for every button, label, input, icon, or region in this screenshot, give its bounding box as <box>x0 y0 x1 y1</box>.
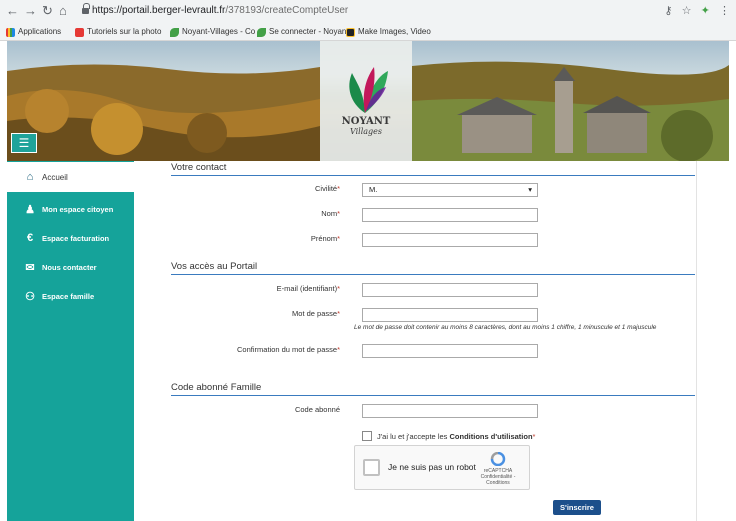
recaptcha-widget: Je ne suis pas un robot reCAPTCHA Confid… <box>354 445 530 490</box>
recaptcha-branding: reCAPTCHA Confidentialité - Conditions <box>473 452 523 486</box>
family-icon: ⚇ <box>25 290 35 303</box>
home-icon: ⌂ <box>26 171 34 183</box>
url-host: https://portail.berger-levrault.fr <box>92 5 226 16</box>
cgu-label: J'ai lu et j'accepte les Conditions d'ut… <box>377 431 536 441</box>
nom-label: Nom* <box>321 209 340 218</box>
email-label: E-mail (identifiant)* <box>276 284 340 293</box>
bookmark-tutoriels[interactable]: Tutoriels sur la photo <box>75 24 161 40</box>
sidebar-item-nous-contacter[interactable]: ✉ Nous contacter <box>7 252 134 282</box>
user-icon: ♟ <box>25 203 35 216</box>
bookmark-favicon-icon <box>346 27 355 37</box>
envelope-icon: ✉ <box>25 261 35 274</box>
browser-chrome: ← → ↻ ⌂ https://portail.berger-levrault.… <box>0 0 736 41</box>
section-title-contact: Votre contact <box>171 162 695 176</box>
sidebar-item-label: Accueil <box>42 172 68 182</box>
civilite-label: Civilité* <box>314 184 340 193</box>
kebab-menu-icon[interactable]: ⋮ <box>719 5 730 17</box>
cgu-link[interactable]: Conditions d'utilisation <box>450 432 533 441</box>
reload-icon[interactable]: ↻ <box>42 3 53 19</box>
logo[interactable]: NOYANT Villages <box>320 41 412 161</box>
cgu-checkbox-row: J'ai lu et j'accepte les Conditions d'ut… <box>362 431 535 441</box>
civilite-select[interactable]: M. ▾ <box>362 183 538 197</box>
recaptcha-label: Je ne suis pas un robot <box>388 462 476 472</box>
confirm-password-input[interactable] <box>362 344 538 358</box>
nom-input[interactable] <box>362 208 538 222</box>
prenom-input[interactable] <box>362 233 538 247</box>
bookmark-label: Tutoriels sur la photo <box>87 27 162 36</box>
apps-grid-icon <box>6 27 15 37</box>
sidebar-item-espace-facturation[interactable]: € Espace facturation <box>7 223 134 253</box>
dropdown-arrow-icon: ▾ <box>528 185 532 194</box>
address-bar-row: ← → ↻ ⌂ https://portail.berger-levrault.… <box>0 0 736 22</box>
bookmark-seconnecter[interactable]: Se connecter - Noyan <box>257 24 346 40</box>
sidebar-item-label: Espace facturation <box>42 233 110 243</box>
forward-icon[interactable]: → <box>24 3 37 19</box>
bookmark-noyant[interactable]: Noyant-Villages - Co <box>170 24 255 40</box>
cgu-checkbox[interactable] <box>362 431 372 441</box>
recaptcha-links[interactable]: Confidentialité - Conditions <box>473 474 523 486</box>
prenom-label: Prénom* <box>310 234 340 243</box>
password-label: Mot de passe* <box>292 309 340 318</box>
section-title-famille: Code abonné Famille <box>171 382 695 396</box>
star-icon[interactable]: ☆ <box>682 5 692 17</box>
submit-button[interactable]: S'inscrire <box>553 500 601 515</box>
sidebar-item-label: Nous contacter <box>42 262 97 272</box>
civilite-value: M. <box>369 185 378 194</box>
sidebar-item-label: Mon espace citoyen <box>42 204 114 214</box>
email-input[interactable] <box>362 283 538 297</box>
url-path: /378193/createCompteUser <box>225 5 349 16</box>
bookmark-makeimages[interactable]: Make Images, Video <box>346 24 431 40</box>
bookmark-label: Applications <box>18 27 62 36</box>
bookmark-favicon-icon <box>257 27 266 37</box>
bookmark-favicon-icon <box>75 27 84 37</box>
euro-icon: € <box>26 232 34 244</box>
bookmark-favicon-icon <box>170 27 179 37</box>
sidebar: ⌂ Accueil ♟ Mon espace citoyen € Espace … <box>7 161 134 521</box>
hamburger-icon[interactable]: ☰ <box>11 133 37 153</box>
home-browser-icon[interactable]: ⌂ <box>59 3 67 19</box>
bookmark-label: Make Images, Video <box>358 27 431 36</box>
bookmark-label: Noyant-Villages - Co <box>182 27 256 36</box>
bookmarks-bar: Applications Tutoriels sur la photo Noya… <box>0 24 736 40</box>
logo-title: NOYANT <box>341 116 391 127</box>
sidebar-item-accueil[interactable]: ⌂ Accueil <box>7 162 134 192</box>
lock-icon <box>82 3 90 14</box>
sidebar-item-label: Espace famille <box>42 291 95 301</box>
code-abonne-input[interactable] <box>362 404 538 418</box>
bookmark-label: Se connecter - Noyan <box>269 27 347 36</box>
content-divider <box>696 161 697 521</box>
recaptcha-checkbox[interactable] <box>363 459 380 476</box>
back-icon[interactable]: ← <box>6 3 19 19</box>
leaf-logo-icon <box>349 67 388 113</box>
bookmark-apps[interactable]: Applications <box>6 24 61 40</box>
browser-toolbar-icons: ⚷ ☆ ✦ ⋮ <box>664 4 730 17</box>
sidebar-item-mon-espace-citoyen[interactable]: ♟ Mon espace citoyen <box>7 194 134 224</box>
registration-form: Votre contact Civilité* M. ▾ Nom* Prénom*… <box>134 161 696 521</box>
url-field[interactable]: https://portail.berger-levrault.fr/37819… <box>92 5 348 17</box>
extension-icon[interactable]: ✦ <box>701 5 710 17</box>
logo-subtitle: Villages <box>349 127 383 136</box>
key-icon[interactable]: ⚷ <box>664 5 672 17</box>
code-abonne-label: Code abonné <box>294 405 340 414</box>
section-title-acces: Vos accès au Portail <box>171 261 695 275</box>
password-hint: Le mot de passe doit contenir au moins 8… <box>354 324 657 331</box>
header-banner: NOYANT Villages ☰ <box>7 41 729 161</box>
password-input[interactable] <box>362 308 538 322</box>
recaptcha-icon <box>490 452 506 466</box>
sidebar-item-espace-famille[interactable]: ⚇ Espace famille <box>7 281 134 311</box>
confirm-password-label: Confirmation du mot de passe* <box>237 345 340 354</box>
